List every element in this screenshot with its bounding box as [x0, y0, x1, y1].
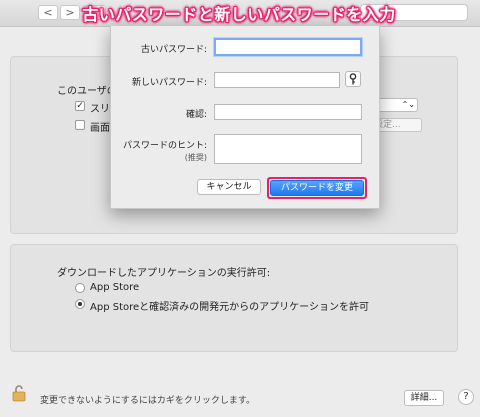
verify-label: 確認: [185, 110, 207, 120]
change-password-sheet: 古いパスワード: 新しいパスワード: 確認: パスワードのヒント: (推奨) キ… [110, 26, 380, 209]
radio-app-store-identified[interactable] [75, 299, 85, 309]
help-icon: ? [463, 391, 469, 402]
hint-sublabel: (推奨) [184, 153, 207, 162]
new-password-input[interactable] [214, 72, 340, 88]
chevron-left-icon: < [43, 6, 53, 19]
password-hint-input[interactable] [214, 134, 362, 164]
instruction-annotation: 古いパスワードと新しいパスワードを入力 [82, 5, 396, 24]
password-assistant-button[interactable] [345, 71, 361, 87]
change-password-button[interactable]: パスワードを変更 [270, 180, 364, 196]
cancel-button[interactable]: キャンセル [197, 179, 261, 195]
new-password-label: 新しいパスワード: [131, 78, 207, 88]
sleep-password-checkbox[interactable]: ✓ [75, 101, 85, 111]
old-password-input[interactable] [214, 38, 362, 56]
help-button[interactable]: ? [458, 389, 474, 405]
screen-lock-checkbox[interactable] [75, 120, 85, 130]
users-password-label: このユーザの [57, 86, 117, 97]
hint-label: パスワードのヒント: [122, 141, 207, 151]
lock-hint-text: 変更できないようにするにはカギをクリックします。 [40, 396, 256, 406]
radio-app-store[interactable] [75, 283, 85, 293]
download-permission-label: ダウンロードしたアプリケーションの実行許可: [57, 268, 271, 279]
lock-icon[interactable] [12, 384, 26, 402]
popup-arrows-icon: ⌃⌄ [401, 100, 415, 109]
checkmark-icon: ✓ [76, 101, 84, 111]
old-password-label: 古いパスワード: [140, 45, 207, 55]
radio-app-store-label: App Store [90, 282, 140, 293]
back-button[interactable]: < [38, 5, 58, 20]
key-icon [349, 73, 357, 85]
radio-app-store-identified-label: App Storeと確認済みの開発元からのアプリケーションを許可 [90, 302, 369, 313]
details-button[interactable]: 詳細... [404, 390, 444, 406]
verify-password-input[interactable] [214, 104, 362, 120]
